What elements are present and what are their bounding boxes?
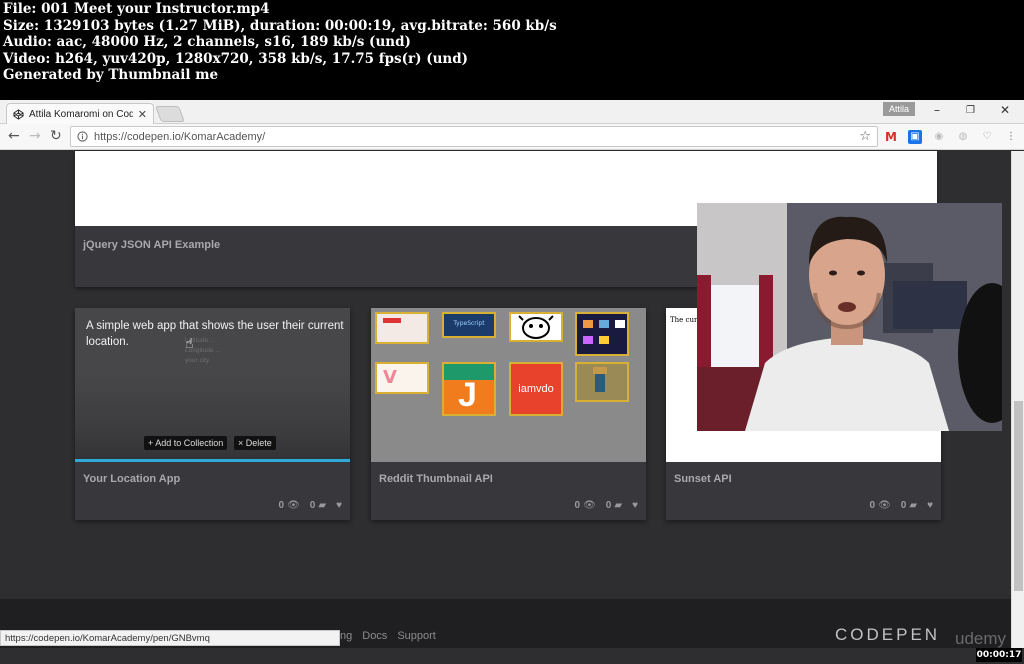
views-stat[interactable]: 0 👁 [870, 500, 891, 511]
pen-stats: 0 👁 0 ▰ ♥ [279, 500, 342, 511]
views-count: 0 [869, 500, 876, 511]
eye-icon: 👁 [583, 500, 596, 511]
thumbnail-image [509, 312, 563, 342]
active-underline [75, 459, 350, 462]
minimize-icon[interactable]: – [934, 103, 940, 117]
menu-kebab-icon[interactable]: ⋮ [1004, 130, 1018, 144]
gmail-icon[interactable]: M [884, 130, 898, 144]
eye-icon: 👁 [878, 500, 891, 511]
hand-cursor-icon: ☝ [185, 336, 194, 352]
restore-icon[interactable]: ❐ [966, 105, 975, 116]
instructor-webcam [697, 203, 1002, 431]
comments-count: 0 [900, 500, 907, 511]
comments-count: 0 [309, 500, 316, 511]
browser-tab[interactable]: Attila Komaromi on Code ✕ [6, 103, 154, 125]
video-frame: Attila Komaromi on Code ✕ Attila – ❐ ✕ ←… [0, 100, 1024, 664]
forward-arrow-icon[interactable]: → [29, 128, 41, 144]
back-arrow-icon[interactable]: ← [8, 128, 20, 144]
close-tab-icon[interactable]: ✕ [138, 108, 147, 121]
browser-toolbar: ← → ↻ https://codepen.io/KomarAcademy/ ☆… [0, 124, 1024, 150]
thumbnail-image [375, 312, 429, 344]
instructor-image [697, 203, 1002, 431]
pen-stats: 0 👁 0 ▰ ♥ [870, 500, 933, 511]
video-timestamp: 00:00:17 [976, 648, 1022, 662]
j-logo-text: J [458, 376, 477, 414]
profile-badge[interactable]: Attila [883, 102, 915, 116]
eye-icon: 👁 [287, 500, 300, 511]
views-count: 0 [574, 500, 581, 511]
generator-line: Generated by Thumbnail me [3, 67, 219, 83]
footer-links: ng Docs Support [340, 630, 436, 642]
footer-link-support[interactable]: Support [397, 630, 436, 642]
pen-card-reddit-thumbnail[interactable]: TypeScript V J iamvdo Reddit Thumbnail A… [371, 308, 646, 520]
file-line: File: 001 Meet your Instructor.mp4 [3, 1, 270, 17]
heart-icon[interactable]: ♥ [927, 500, 933, 511]
add-to-collection-button[interactable]: + Add to Collection [144, 436, 228, 450]
udemy-watermark: udemy [955, 629, 1007, 648]
window-close-icon[interactable]: ✕ [1000, 103, 1010, 117]
pen-preview[interactable]: TypeScript V J iamvdo [371, 308, 646, 462]
video-info-header: File: 001 Meet your Instructor.mp4 Size:… [0, 0, 1024, 100]
extension-round-icon[interactable]: ◍ [956, 130, 970, 144]
codepen-logo[interactable]: CODEPEN [835, 625, 940, 645]
scrollbar-thumb[interactable] [1014, 401, 1023, 591]
address-bar[interactable]: https://codepen.io/KomarAcademy/ ☆ [70, 126, 878, 147]
pen-preview[interactable]: Latitude ... Longitude ... your city A sim… [75, 308, 350, 462]
tab-title: Attila Komaromi on Code [29, 109, 133, 120]
comment-icon: ▰ [909, 500, 918, 511]
thumbnail-image: J [442, 362, 496, 416]
comments-stat[interactable]: 0 ▰ [310, 500, 326, 511]
video-line: Video: h264, yuv420p, 1280x720, 358 kb/s… [3, 50, 469, 67]
pen-stats: 0 👁 0 ▰ ♥ [575, 500, 638, 511]
audio-line: Audio: aac, 48000 Hz, 2 channels, s16, 1… [3, 34, 411, 50]
views-stat[interactable]: 0 👁 [279, 500, 300, 511]
views-count: 0 [278, 500, 285, 511]
reload-icon[interactable]: ↻ [50, 128, 62, 144]
comments-count: 0 [605, 500, 612, 511]
heart-icon[interactable]: ♥ [336, 500, 342, 511]
extension-blue-icon[interactable]: ▣ [908, 130, 922, 144]
pen-card-location-app[interactable]: Latitude ... Longitude ... your city A sim… [75, 308, 350, 520]
footer-link-docs[interactable]: Docs [362, 630, 387, 642]
thumbnail-image: TypeScript [442, 312, 496, 338]
pen-title[interactable]: Your Location App [83, 473, 180, 485]
status-bar-url: https://codepen.io/KomarAcademy/pen/GNBv… [0, 630, 340, 646]
info-icon[interactable] [77, 127, 88, 146]
thumbnail-image: iamvdo [509, 362, 563, 416]
pen-description: A simple web app that shows the user the… [86, 320, 344, 348]
comments-stat[interactable]: 0 ▰ [901, 500, 917, 511]
bookmark-star-icon[interactable]: ☆ [859, 129, 871, 144]
pen-title[interactable]: jQuery JSON API Example [83, 239, 220, 251]
size-line: Size: 1329103 bytes (1.27 MiB), duration… [3, 17, 557, 34]
pen-title[interactable]: Reddit Thumbnail API [379, 473, 493, 485]
comments-stat[interactable]: 0 ▰ [606, 500, 622, 511]
footer-link-partial[interactable]: ng [340, 630, 352, 642]
comment-icon: ▰ [614, 500, 623, 511]
url-text: https://codepen.io/KomarAcademy/ [94, 130, 266, 143]
heart-icon[interactable]: ♥ [632, 500, 638, 511]
thumbnail-image [575, 362, 629, 402]
codepen-favicon-icon [13, 105, 24, 124]
new-tab-button[interactable] [155, 106, 185, 122]
comment-icon: ▰ [318, 500, 327, 511]
extension-gray-icon[interactable]: ◉ [932, 130, 946, 144]
delete-button[interactable]: × Delete [234, 436, 276, 450]
thumbnail-image: V [375, 362, 429, 394]
pen-title[interactable]: Sunset API [674, 473, 732, 485]
page-scrollbar[interactable] [1011, 151, 1024, 648]
tab-bar: Attila Komaromi on Code ✕ Attila – ❐ ✕ [0, 100, 1024, 125]
pocket-icon[interactable]: ♡ [980, 130, 994, 144]
views-stat[interactable]: 0 👁 [575, 500, 596, 511]
thumbnail-image [575, 312, 629, 356]
